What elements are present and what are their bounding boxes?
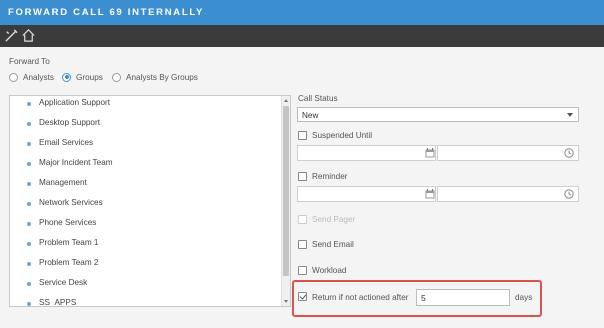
clock-icon[interactable] bbox=[564, 189, 574, 199]
list-item[interactable]: Application Support bbox=[10, 97, 280, 111]
radio-analysts-by-groups-circle[interactable] bbox=[112, 72, 121, 82]
return-days-input[interactable] bbox=[416, 289, 510, 306]
workload-label: Workload bbox=[312, 266, 347, 275]
listbox-scrollbar[interactable] bbox=[281, 96, 290, 306]
home-icon[interactable] bbox=[21, 28, 36, 43]
bullet-icon bbox=[27, 202, 31, 206]
scroll-down-icon[interactable] bbox=[284, 300, 288, 303]
list-item[interactable]: Problem Team 1 bbox=[10, 237, 280, 251]
list-item[interactable]: Email Services bbox=[10, 137, 280, 151]
list-item-label: Management bbox=[39, 178, 87, 187]
bullet-icon bbox=[27, 182, 31, 186]
chevron-down-icon bbox=[567, 113, 573, 117]
clock-icon[interactable] bbox=[564, 148, 574, 158]
toolbar bbox=[0, 25, 604, 47]
days-unit-label: days bbox=[515, 293, 533, 302]
list-item-label: Major Incident Team bbox=[39, 158, 113, 167]
window-title: FORWARD CALL 69 INTERNALLY bbox=[8, 7, 205, 18]
list-item[interactable]: Service Desk bbox=[10, 277, 280, 291]
bullet-icon bbox=[27, 142, 31, 146]
list-item-label: Application Support bbox=[39, 98, 111, 107]
list-item[interactable]: Network Services bbox=[10, 197, 280, 211]
call-status-label: Call Status bbox=[298, 94, 338, 103]
group-listbox[interactable]: Application Support Desktop Support Emai… bbox=[9, 95, 291, 307]
suspended-time-field[interactable] bbox=[437, 145, 579, 161]
list-item[interactable]: Major Incident Team bbox=[10, 157, 280, 171]
send-pager-label: Send Pager bbox=[312, 215, 356, 224]
bullet-icon bbox=[27, 162, 31, 166]
calendar-icon[interactable] bbox=[425, 148, 435, 158]
list-item-label: Email Services bbox=[39, 138, 94, 147]
list-item-label: Phone Services bbox=[39, 218, 97, 227]
send-pager-checkbox bbox=[298, 215, 307, 224]
send-email-checkbox[interactable] bbox=[298, 240, 307, 249]
bullet-icon bbox=[27, 222, 31, 226]
bullet-icon bbox=[27, 302, 31, 306]
radio-analysts-by-groups-label: Analysts By Groups bbox=[126, 72, 198, 82]
list-item[interactable]: Management bbox=[10, 177, 280, 191]
bullet-icon bbox=[27, 122, 31, 126]
bullet-icon bbox=[27, 102, 31, 106]
list-item-label: Desktop Support bbox=[39, 118, 100, 127]
list-item-label: Problem Team 2 bbox=[39, 258, 99, 267]
bullet-icon bbox=[27, 282, 31, 286]
list-item[interactable]: Desktop Support bbox=[10, 117, 280, 131]
reminder-date-field[interactable] bbox=[297, 186, 436, 202]
return-label: Return if not actioned after bbox=[312, 293, 409, 302]
radio-groups-label: Groups bbox=[76, 72, 103, 82]
list-item-label: Service Desk bbox=[39, 278, 88, 287]
tools-icon[interactable] bbox=[4, 28, 19, 43]
radio-analysts-circle[interactable] bbox=[9, 72, 18, 82]
list-item-label: Problem Team 1 bbox=[39, 238, 99, 247]
call-status-select[interactable]: New bbox=[297, 107, 579, 122]
scroll-up-icon[interactable] bbox=[284, 99, 288, 102]
return-checkbox[interactable] bbox=[298, 292, 307, 301]
suspended-until-label: Suspended Until bbox=[312, 131, 373, 140]
reminder-time-field[interactable] bbox=[437, 186, 579, 202]
forward-to-label: Forward To bbox=[9, 57, 50, 66]
list-item-label: SS_APPS bbox=[39, 298, 77, 307]
bullet-icon bbox=[27, 262, 31, 266]
radio-analysts-label: Analysts bbox=[23, 72, 54, 82]
list-item[interactable]: SS_APPS bbox=[10, 297, 280, 307]
radio-analysts-by-groups[interactable]: Analysts By Groups bbox=[112, 71, 198, 83]
radio-groups[interactable]: Groups bbox=[62, 71, 103, 83]
send-email-label: Send Email bbox=[312, 240, 354, 249]
list-item[interactable]: Problem Team 2 bbox=[10, 257, 280, 271]
calendar-icon[interactable] bbox=[425, 189, 435, 199]
forward-form: Forward To Analysts Groups Analysts By G… bbox=[0, 47, 604, 328]
scroll-thumb[interactable] bbox=[283, 106, 289, 276]
workload-checkbox[interactable] bbox=[298, 266, 307, 275]
list-item-label: Network Services bbox=[39, 198, 103, 207]
reminder-checkbox[interactable] bbox=[298, 172, 307, 181]
suspended-date-field[interactable] bbox=[297, 145, 436, 161]
reminder-label: Reminder bbox=[312, 172, 348, 181]
radio-analysts[interactable]: Analysts bbox=[9, 71, 54, 83]
call-status-value: New bbox=[302, 111, 319, 120]
radio-groups-circle[interactable] bbox=[62, 72, 71, 82]
window-titlebar: FORWARD CALL 69 INTERNALLY bbox=[0, 0, 604, 25]
list-item[interactable]: Phone Services bbox=[10, 217, 280, 231]
bullet-icon bbox=[27, 242, 31, 246]
suspended-until-checkbox[interactable] bbox=[298, 131, 307, 140]
